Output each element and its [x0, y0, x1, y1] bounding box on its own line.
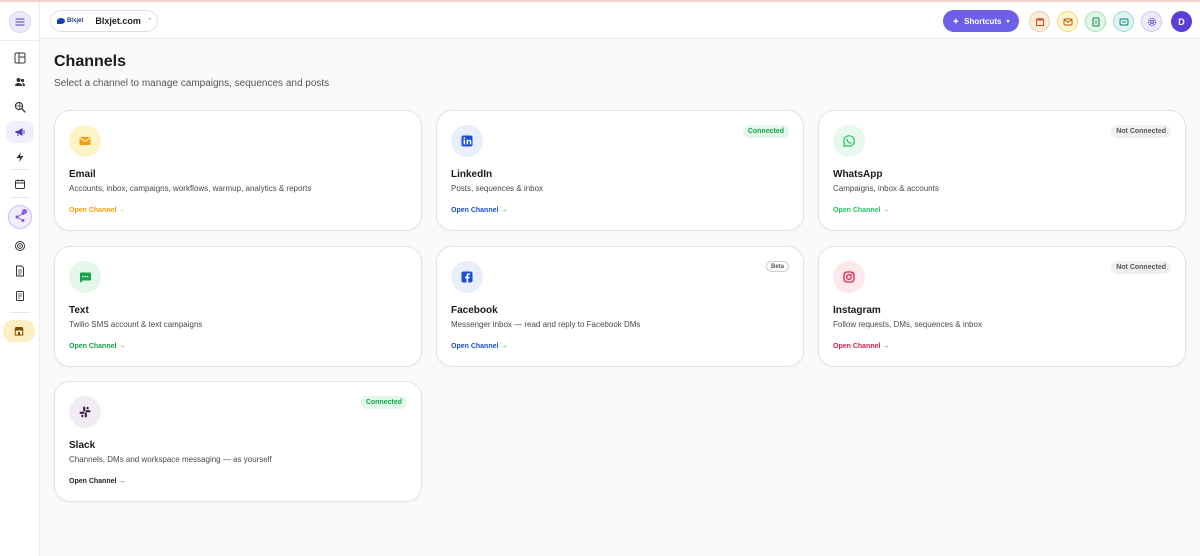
- message-icon: [80, 272, 91, 283]
- status-badge: Connected: [360, 396, 407, 409]
- spreadsheet-icon: [1092, 17, 1099, 26]
- lightning-icon: [16, 152, 24, 162]
- status-badge: Not Connected: [1111, 125, 1171, 138]
- facebook-icon: [461, 271, 473, 283]
- sidebar-item-reports[interactable]: [6, 285, 34, 307]
- channel-card-whatsapp[interactable]: Not Connected WhatsApp Campaigns, inbox …: [818, 110, 1186, 231]
- sidebar-divider: [10, 312, 30, 313]
- status-badge: Connected: [742, 125, 789, 138]
- page-title: Channels: [54, 53, 127, 70]
- menu-toggle-button[interactable]: [9, 11, 31, 33]
- open-channel-link[interactable]: Open Channel →: [451, 343, 507, 350]
- quick-action-mail-button[interactable]: [1057, 11, 1078, 32]
- channel-card-slack[interactable]: Connected Slack Channels, DMs and worksp…: [54, 381, 422, 502]
- shortcuts-button[interactable]: ✦ Shortcuts ▾: [943, 10, 1019, 32]
- chevron-down-icon: ▾: [1006, 18, 1010, 25]
- channel-description: Follow requests, DMs, sequences & inbox: [833, 320, 982, 329]
- envelope-icon: [1063, 18, 1072, 25]
- channel-card-instagram[interactable]: Not Connected Instagram Follow requests,…: [818, 246, 1186, 367]
- layout-icon: [14, 52, 26, 64]
- sidebar-item-documents[interactable]: [6, 260, 34, 282]
- channel-name: LinkedIn: [451, 169, 493, 180]
- sidebar-item-targets[interactable]: [6, 235, 34, 257]
- sidebar-item-calendar[interactable]: [6, 173, 34, 195]
- settings-button[interactable]: [1141, 11, 1162, 32]
- channel-description: Accounts, inbox, campaigns, workflows, w…: [69, 184, 312, 193]
- storefront-icon: [1035, 17, 1044, 26]
- open-channel-link[interactable]: Open Channel →: [451, 207, 507, 214]
- quick-action-sheet-button[interactable]: [1085, 11, 1106, 32]
- channel-card-linkedin[interactable]: Connected LinkedIn Posts, sequences & in…: [436, 110, 804, 231]
- shortcuts-label: Shortcuts: [964, 16, 1002, 26]
- page-subtitle: Select a channel to manage campaigns, se…: [54, 78, 330, 89]
- whatsapp-icon: [842, 135, 855, 148]
- channel-description: Campaigns, inbox & accounts: [833, 184, 939, 193]
- channel-card-facebook[interactable]: Beta Facebook Messenger inbox — read and…: [436, 246, 804, 367]
- workspace-switcher[interactable]: Blxjet Blxjet.com ⌃: [50, 10, 158, 32]
- workspace-logo: Blxjet: [57, 16, 83, 26]
- top-bar: Blxjet Blxjet.com ⌃ ✦ Shortcuts ▾ D: [40, 2, 1200, 39]
- status-badge: Not Connected: [1111, 261, 1171, 274]
- quick-action-store-button[interactable]: [1029, 11, 1050, 32]
- channel-description: Twilio SMS account & text campaigns: [69, 320, 203, 329]
- sidebar-item-dashboard[interactable]: [6, 47, 34, 69]
- hamburger-icon: [15, 18, 25, 26]
- chevron-updown-icon: ⌃: [146, 18, 153, 25]
- channel-description: Messenger inbox — read and reply to Face…: [451, 320, 641, 329]
- sidebar-item-channels[interactable]: [8, 205, 32, 229]
- channel-name: WhatsApp: [833, 169, 883, 180]
- linkedin-icon: [461, 135, 473, 147]
- channel-card-email[interactable]: Email Accounts, inbox, campaigns, workfl…: [54, 110, 422, 231]
- megaphone-icon: [15, 128, 25, 137]
- channel-description: Channels, DMs and workspace messaging — …: [69, 455, 272, 464]
- channel-name: Facebook: [451, 305, 498, 316]
- sidebar-item-contacts[interactable]: [6, 71, 34, 93]
- channel-icon-wrap: [833, 125, 865, 157]
- channel-name: Slack: [69, 440, 96, 451]
- channel-name: Email: [69, 169, 96, 180]
- open-channel-link[interactable]: Open Channel →: [69, 478, 125, 485]
- mail-icon: [79, 137, 91, 145]
- gear-icon: [1147, 17, 1156, 26]
- open-channel-link[interactable]: Open Channel →: [833, 343, 889, 350]
- sidebar: [0, 2, 40, 556]
- sidebar-item-upgrade[interactable]: [3, 320, 35, 342]
- channel-name: Instagram: [833, 305, 881, 316]
- sidebar-divider: [10, 169, 30, 170]
- workspace-logo-text: Blxjet: [67, 18, 84, 24]
- target-icon: [15, 241, 25, 251]
- chat-box-icon: [1119, 18, 1128, 25]
- channel-description: Posts, sequences & inbox: [451, 184, 544, 193]
- active-indicator-dot: [22, 209, 27, 214]
- calendar-icon: [15, 179, 25, 189]
- channel-card-text[interactable]: Text Twilio SMS account & text campaigns…: [54, 246, 422, 367]
- sparkle-icon: ✦: [952, 16, 960, 26]
- channel-icon-wrap: [69, 125, 101, 157]
- sidebar-divider: [0, 40, 40, 41]
- instagram-icon: [843, 271, 855, 283]
- open-channel-link[interactable]: Open Channel →: [833, 207, 889, 214]
- receipt-icon: [16, 291, 24, 301]
- sidebar-item-campaigns[interactable]: [6, 121, 34, 143]
- store-icon: [14, 327, 24, 336]
- quick-action-message-button[interactable]: [1113, 11, 1134, 32]
- workspace-name: Blxjet.com: [95, 16, 141, 26]
- slack-icon: [79, 406, 91, 418]
- sidebar-item-search[interactable]: [6, 96, 34, 118]
- channel-icon-wrap: [69, 396, 101, 428]
- beta-badge: Beta: [765, 261, 789, 272]
- channel-icon-wrap: [833, 261, 865, 293]
- open-channel-link[interactable]: Open Channel →: [69, 343, 125, 350]
- channel-icon-wrap: [451, 125, 483, 157]
- channel-icon-wrap: [69, 261, 101, 293]
- channel-icon-wrap: [451, 261, 483, 293]
- sidebar-item-automations[interactable]: [6, 146, 34, 168]
- open-channel-link[interactable]: Open Channel →: [69, 207, 125, 214]
- user-avatar[interactable]: D: [1171, 11, 1192, 32]
- users-icon: [15, 78, 25, 86]
- channel-name: Text: [69, 305, 89, 316]
- document-icon: [16, 265, 24, 277]
- sidebar-divider: [10, 197, 30, 198]
- search-globe-icon: [14, 101, 26, 113]
